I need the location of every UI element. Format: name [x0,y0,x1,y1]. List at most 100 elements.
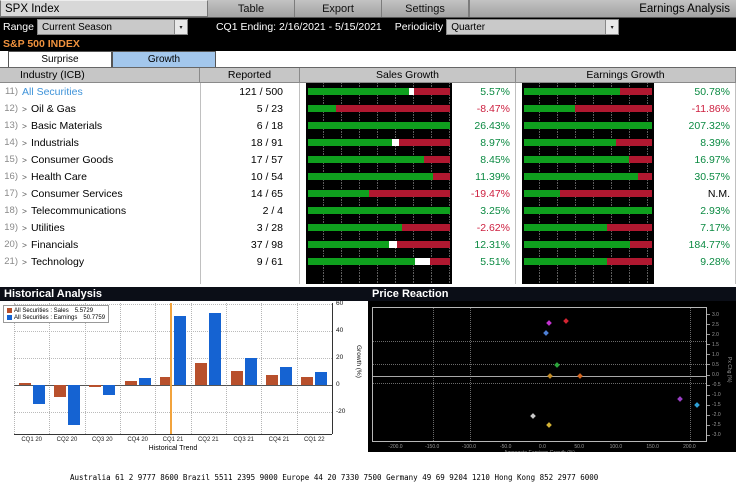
sales-growth-value: 26.43% [452,117,516,134]
table-row[interactable]: 18)>Telecommunications2 / 43.25%2.93% [0,202,736,219]
industry-name[interactable]: Utilities [31,222,65,234]
x-gridline [120,303,121,434]
sales-bar [301,377,313,385]
expand-chevron-icon[interactable]: > [22,121,27,131]
industry-name[interactable]: Consumer Goods [31,154,113,166]
industry-cell[interactable]: 21)>Technology [0,253,200,270]
industry-cell[interactable]: 19)>Utilities [0,219,200,236]
industry-cell[interactable]: 15)>Consumer Goods [0,151,200,168]
chevron-down-icon[interactable]: ▾ [605,20,618,34]
charts-row: Historical Analysis 6040200-20Growth (%)… [0,287,736,452]
scatter-point [547,373,553,379]
range-dropdown[interactable]: Current Season ▾ [37,19,188,35]
expand-chevron-icon[interactable]: > [22,155,27,165]
earnings-growth-value: 9.28% [654,253,736,270]
sales-growth-value: 5.51% [452,253,516,270]
table-row[interactable]: 21)>Technology9 / 615.51%9.28% [0,253,736,270]
table-row[interactable]: 20)>Financials37 / 9812.31%184.77% [0,236,736,253]
bar-marker-segment [392,139,399,146]
range-value[interactable]: Current Season [38,20,174,34]
y-gridline [14,331,332,332]
range-label: Range [3,21,34,33]
growth-bar [308,190,450,197]
tab-surprise[interactable]: Surprise [8,51,112,67]
tab-bar: Surprise Growth [0,51,736,68]
x-gridline [191,303,192,434]
column-header-sales-growth[interactable]: Sales Growth [300,68,516,83]
industry-name[interactable]: Technology [31,256,84,268]
historical-analysis-chart: 6040200-20Growth (%)CQ1 20CQ2 20CQ3 20CQ… [0,301,368,452]
bar-positive-segment [308,139,392,146]
security-ticker-input[interactable]: SPX Index [0,0,208,17]
legend-label: All Securities : Sales [14,308,69,314]
industry-name[interactable]: Consumer Services [31,188,123,200]
industry-cell [0,270,200,284]
x-tick-label: -100.0 [462,444,476,450]
x-gridline [470,308,471,441]
sales-bar [54,385,66,397]
y-tick-mark [707,314,710,315]
table-row[interactable]: 15)>Consumer Goods17 / 578.45%16.97% [0,151,736,168]
industry-cell[interactable]: 13)>Basic Materials [0,117,200,134]
table-row[interactable]: 11)All Securities121 / 5005.57%50.78% [0,83,736,100]
table-row[interactable]: 17)>Consumer Services14 / 65-19.47%N.M. [0,185,736,202]
earnings-growth-bar-cell [522,83,654,100]
growth-bar [524,122,652,129]
expand-chevron-icon[interactable]: > [22,189,27,199]
industry-cell[interactable]: 17)>Consumer Services [0,185,200,202]
industry-name[interactable]: Financials [31,239,78,251]
periodicity-value[interactable]: Quarter [447,20,605,34]
expand-chevron-icon[interactable]: > [22,240,27,250]
bar-positive-segment [524,190,560,197]
menu-settings[interactable]: Settings [382,0,469,17]
industry-name[interactable]: Health Care [31,171,87,183]
industry-name[interactable]: All Securities [22,86,83,98]
historical-analysis-header: Historical Analysis [0,287,368,301]
table-row[interactable]: 14)>Industrials18 / 918.97%8.39% [0,134,736,151]
table-row[interactable]: 12)>Oil & Gas5 / 23-8.47%-11.86% [0,100,736,117]
expand-chevron-icon[interactable]: > [22,104,27,114]
bar-positive-segment [524,88,620,95]
bar-positive-segment [308,173,433,180]
scatter-point [577,373,583,379]
industry-name[interactable]: Basic Materials [31,120,102,132]
chevron-down-icon[interactable]: ▾ [174,20,187,34]
industry-name[interactable]: Telecommunications [31,205,126,217]
periodicity-dropdown[interactable]: Quarter ▾ [446,19,619,35]
table-row[interactable]: 16)>Health Care10 / 5411.39%30.57% [0,168,736,185]
price-reaction-chart: -200.0-150.0-100.0-50.00.050.0100.0150.0… [368,301,736,452]
column-header-earnings-growth[interactable]: Earnings Growth [516,68,736,83]
expand-chevron-icon[interactable]: > [22,257,27,267]
industry-cell[interactable]: 18)>Telecommunications [0,202,200,219]
sales-growth-bar-cell [306,253,452,270]
industry-cell[interactable]: 16)>Health Care [0,168,200,185]
menu-table[interactable]: Table [208,0,295,17]
earnings-growth-value: 50.78% [654,83,736,100]
table-row[interactable]: 13)>Basic Materials6 / 1826.43%207.32% [0,117,736,134]
industry-name[interactable]: Oil & Gas [31,103,76,115]
x-tick-label: CQ1 22 [304,437,325,443]
industry-cell[interactable]: 14) > Industrials [0,134,200,151]
sales-growth-value: -2.62% [452,219,516,236]
bar-negative-segment [560,190,652,197]
reported-cell: 10 / 54 [200,168,300,185]
expand-chevron-icon[interactable]: > [22,223,27,233]
menu-export[interactable]: Export [295,0,382,17]
sales-growth-value: 5.57% [452,83,516,100]
table-row[interactable]: 19)>Utilities3 / 28-2.62%7.17% [0,219,736,236]
y-tick-label: 0.5 [712,362,719,368]
earnings-growth-value: 16.97% [654,151,736,168]
expand-chevron-icon[interactable]: > [22,206,27,216]
row-number: 14) [0,137,18,148]
bar-positive-segment [308,224,402,231]
industry-cell[interactable]: 12)>Oil & Gas [0,100,200,117]
industry-cell[interactable]: 11)All Securities [0,83,200,100]
column-header-reported[interactable]: Reported [200,68,300,83]
industry-cell[interactable]: 20)>Financials [0,236,200,253]
expand-chevron-icon[interactable]: > [22,172,27,182]
column-header-industry[interactable]: Industry (ICB) [0,68,200,83]
expand-chevron-icon[interactable]: > [22,138,27,148]
industry-name[interactable]: Industrials [31,137,79,149]
y-tick-label: -1.0 [712,392,721,398]
tab-growth[interactable]: Growth [112,51,216,67]
